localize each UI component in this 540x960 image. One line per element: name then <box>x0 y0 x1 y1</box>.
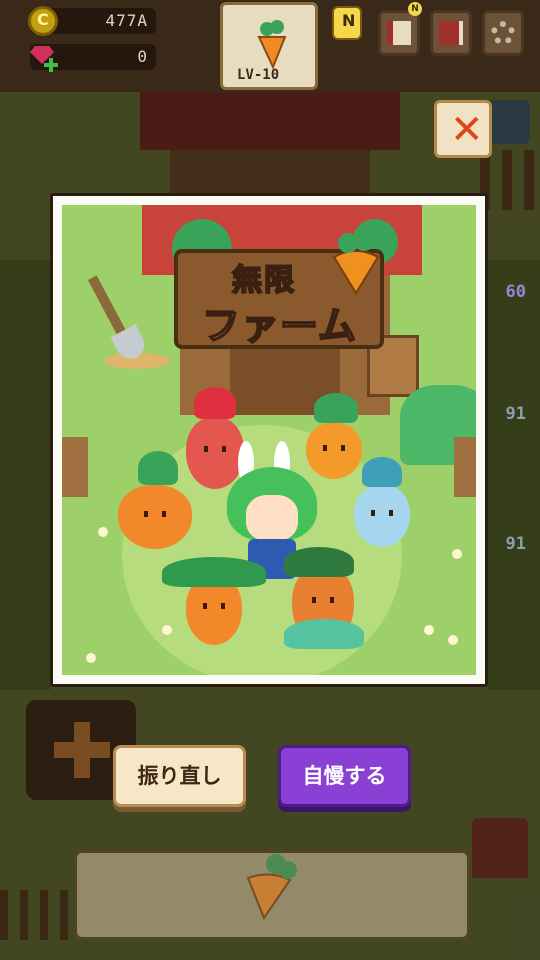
carrot-knife-character <box>306 423 362 479</box>
flower <box>424 625 434 635</box>
top-hud: 477A 0 LV-10 N N <box>0 0 540 92</box>
farm-screenshot: 無限 ファーム <box>62 205 476 675</box>
gear-icon <box>491 21 515 45</box>
fence <box>454 437 476 497</box>
side-counter: 91 <box>505 534 526 554</box>
blob-carrot-character <box>118 485 192 549</box>
side-counter: 91 <box>505 404 526 424</box>
flower <box>98 527 108 537</box>
journal-button[interactable] <box>378 10 420 56</box>
level-label: LV-10 <box>237 67 280 83</box>
coin-value: 477A <box>105 11 148 30</box>
carrot-icon <box>257 20 287 69</box>
close-button[interactable]: ✕ <box>434 100 492 158</box>
notification-badge: N <box>342 11 356 30</box>
gem-icon <box>28 42 58 72</box>
coin-counter: 477A <box>28 6 156 36</box>
crystal-character <box>354 485 410 547</box>
carrot-leaves <box>314 393 358 423</box>
gem-counter[interactable]: 0 <box>28 42 156 72</box>
add-plot-icon <box>54 722 110 778</box>
carrot-leaves <box>138 451 178 485</box>
codex-icon <box>439 21 463 45</box>
mermaid-tail <box>284 619 364 649</box>
camera-icon <box>488 100 530 144</box>
carrot-mascot-icon <box>332 231 380 295</box>
share-image-frame: 無限 ファーム <box>50 193 488 687</box>
side-counter: 60 <box>505 282 526 302</box>
flower <box>448 635 458 645</box>
flower <box>162 625 172 635</box>
flower <box>452 549 462 559</box>
share-label: 自慢する <box>302 764 387 788</box>
reroll-button[interactable]: 振り直し <box>113 745 246 807</box>
codex-button[interactable] <box>430 10 472 56</box>
carrot-leaves <box>162 557 266 587</box>
fence <box>62 437 88 497</box>
gem-value: 0 <box>137 47 148 66</box>
logo-subtitle: ファーム <box>201 303 357 349</box>
logo-title: 無限 <box>231 262 296 299</box>
flower <box>86 653 96 663</box>
carrot-icon <box>246 854 297 921</box>
close-icon: ✕ <box>450 107 484 153</box>
crystal-leaves <box>362 457 402 487</box>
share-button[interactable]: 自慢する <box>278 745 411 807</box>
level-card[interactable]: LV-10 <box>220 2 318 90</box>
settings-button[interactable] <box>482 10 524 56</box>
journal-icon <box>387 21 411 45</box>
coin-icon <box>28 6 58 36</box>
radish-leaves <box>194 387 236 419</box>
notification-button[interactable]: N <box>332 6 362 40</box>
farmer-girl-face <box>246 495 298 541</box>
mermaid-hair <box>284 547 354 577</box>
journal-badge: N <box>408 2 422 16</box>
radish-character <box>186 417 244 489</box>
reroll-label: 振り直し <box>137 764 222 788</box>
